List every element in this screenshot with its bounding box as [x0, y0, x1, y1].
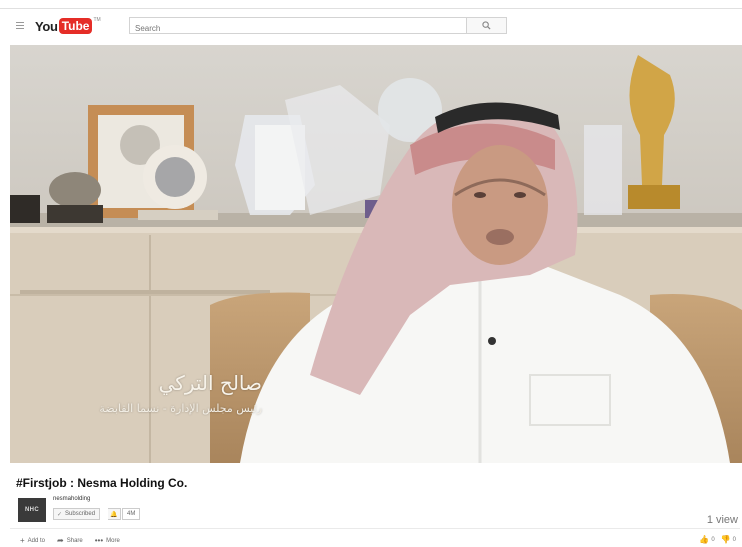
view-count: 1 view — [706, 514, 738, 526]
share-button[interactable]: ➦ Share — [57, 536, 83, 545]
plus-icon: + — [20, 536, 25, 545]
subscribed-button[interactable]: ✓ Subscribed — [53, 508, 101, 520]
search-icon — [482, 21, 491, 30]
masthead: You Tube TM — [0, 10, 742, 42]
subscribed-label: Subscribed — [65, 511, 96, 517]
check-icon: ✓ — [57, 511, 63, 518]
add-to-button[interactable]: + Add to — [20, 536, 45, 545]
video-caption-name: صالح التركي — [158, 371, 262, 395]
logo-trademark: TM — [93, 17, 101, 23]
video-title: #Firstjob : Nesma Holding Co. — [16, 476, 188, 490]
video-player[interactable]: صالح التركي رئيس مجلس الإدارة - نسما الق… — [10, 45, 742, 463]
more-icon: ••• — [94, 536, 104, 545]
logo-tube-text: Tube — [58, 18, 93, 34]
more-button[interactable]: ••• More — [95, 536, 120, 545]
top-border — [0, 8, 742, 9]
action-bar: + Add to ➦ Share ••• More — [20, 536, 132, 545]
like-count: 0 — [711, 536, 715, 543]
notification-bell-button[interactable]: 🔔 — [108, 508, 121, 520]
channel-avatar[interactable]: NHC — [18, 498, 46, 522]
thumbs-up-icon[interactable]: 👍 — [699, 535, 709, 544]
share-label: Share — [66, 537, 83, 544]
video-frame — [10, 45, 742, 463]
youtube-logo[interactable]: You Tube TM — [35, 17, 101, 35]
more-label: More — [106, 537, 120, 544]
thumbs-down-icon[interactable]: 👎 — [721, 535, 731, 544]
search-box — [129, 17, 467, 36]
share-icon: ➦ — [57, 536, 64, 545]
video-caption-title: رئيس مجلس الإدارة - نسما القابضة — [99, 402, 262, 415]
rating-bar: 👍 0 👎 0 — [693, 535, 736, 544]
avatar-text: NHC — [25, 507, 39, 513]
subscriber-count: 4M — [122, 508, 141, 520]
channel-name[interactable]: nesmaholding — [53, 496, 90, 502]
logo-you-text: You — [35, 18, 58, 34]
search-button[interactable] — [467, 17, 507, 34]
divider — [10, 528, 740, 529]
search-input[interactable] — [130, 21, 466, 36]
hamburger-menu-icon[interactable] — [16, 22, 24, 29]
bell-icon: 🔔 — [110, 511, 118, 518]
add-to-label: Add to — [27, 537, 46, 544]
dislike-count: 0 — [732, 536, 736, 543]
